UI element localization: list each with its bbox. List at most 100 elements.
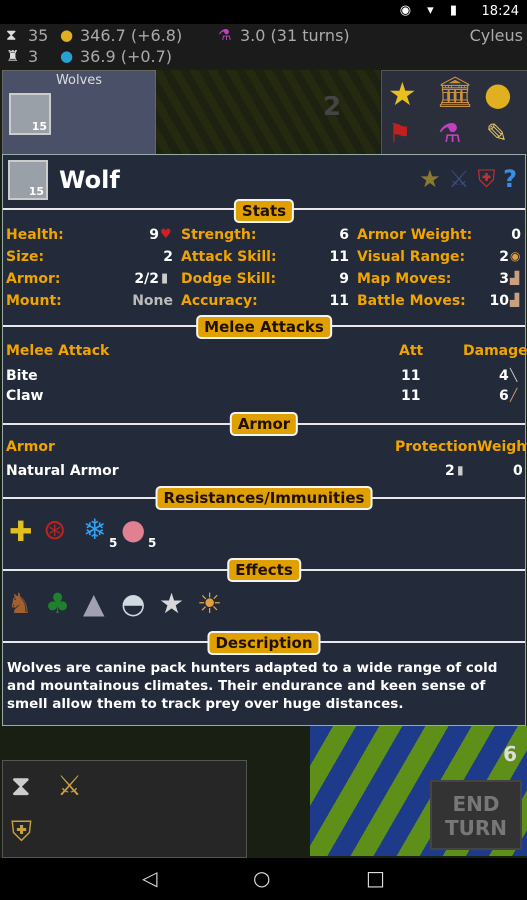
gold-coin-icon: ● (60, 26, 74, 44)
heart-icon: ♥ (160, 227, 172, 242)
size-value: 2 (163, 249, 173, 265)
strength-value: 6 (339, 227, 349, 243)
bite-icon: ╲ (510, 368, 518, 382)
attack-skill-label: Attack Skill: (181, 249, 277, 265)
coin-icon[interactable]: ● (484, 75, 512, 113)
corner-number: 6 (503, 742, 517, 766)
health-value: 9 (149, 227, 159, 243)
effects-heading: Effects (227, 558, 301, 582)
armor-row-weight: 0 (513, 463, 523, 479)
resource-bar: ⧗ 35 ● 346.7 (+6.8) ⚗ 3.0 (31 turns) Cyl… (0, 24, 527, 68)
melee-col-name: Melee Attack (6, 343, 110, 359)
wait-hourglass-icon[interactable]: ⧗ (11, 769, 31, 803)
attack-skill-value: 11 (329, 249, 349, 265)
mind-resist-value: 5 (148, 536, 157, 550)
strength-label: Strength: (181, 227, 257, 243)
potion-value: 3.0 (31 turns) (240, 26, 350, 45)
resist-heading: Resistances/Immunities (155, 486, 373, 510)
help-icon[interactable]: ? (503, 165, 517, 193)
mount-value: None (132, 293, 173, 309)
melee-row-damage: 4 (499, 368, 509, 384)
star-effect-icon[interactable]: ★ (159, 587, 184, 620)
potion-flask-icon[interactable]: ⚗ (438, 119, 461, 149)
armor-value: 2/2 (134, 271, 159, 287)
accuracy-label: Accuracy: (181, 293, 258, 309)
hex-number: 2 (323, 92, 342, 122)
action-panel: ⧗ ⚔ ⛨ (2, 760, 247, 858)
map-moves-value: 3 (499, 271, 509, 287)
boot-icon: ▟ (510, 271, 520, 285)
accuracy-value: 11 (329, 293, 349, 309)
end-turn-line2: TURN (444, 816, 508, 840)
mountain-icon[interactable]: ▲ (83, 587, 105, 620)
mind-resist-icon[interactable]: ● (121, 513, 145, 546)
eye-icon: ◉ (510, 249, 521, 263)
capitol-icon[interactable]: 🏛 (436, 75, 474, 110)
armor-row-name: Natural Armor (6, 463, 119, 479)
clock: 18:24 (481, 4, 519, 19)
crossed-swords-icon[interactable]: ⚔ (448, 165, 470, 193)
armor-col-protection: Protection (395, 439, 478, 455)
cold-resist-value: 5 (109, 536, 118, 550)
dodge-skill-value: 9 (339, 271, 349, 287)
unit-count: 3 (28, 47, 39, 66)
visual-range-label: Visual Range: (357, 249, 466, 265)
map-moves-label: Map Moves: (357, 271, 452, 287)
forest-icon[interactable]: ♣ (45, 587, 70, 620)
status-bar: ◉ ▾ ▮ 18:24 (0, 0, 527, 24)
armor-col-name: Armor (6, 439, 55, 455)
navigation-bar: ◁ ○ □ (0, 858, 527, 900)
back-icon[interactable]: ◁ (142, 866, 157, 890)
end-turn-button[interactable]: END TURN (430, 780, 522, 850)
description-text: Wolves are canine pack hunters adapted t… (7, 660, 498, 712)
stats-heading: Stats (233, 199, 295, 223)
unit-level: 15 (28, 185, 44, 198)
fire-resist-icon[interactable]: ✚ (9, 515, 32, 548)
defend-shield-icon[interactable]: ⛨ (11, 815, 32, 849)
flag-icon[interactable]: ⚑ (388, 119, 411, 149)
melee-row-att: 11 (401, 388, 421, 404)
hourglass-icon: ⧗ (6, 26, 17, 44)
mana-icon: ● (60, 47, 74, 65)
attack-swords-icon[interactable]: ⚔ (57, 769, 82, 802)
mount-label: Mount: (6, 293, 62, 309)
death-resist-icon[interactable]: ⊛ (43, 513, 66, 546)
army-unit-portrait[interactable]: 15 (9, 93, 51, 135)
home-icon[interactable]: ○ (253, 866, 270, 890)
wolf-portrait: 15 (8, 160, 48, 200)
gold-value: 346.7 (+6.8) (80, 26, 183, 45)
cold-resist-icon[interactable]: ❄ (83, 513, 106, 546)
army-title: Wolves (55, 73, 103, 88)
melee-row-att: 11 (401, 368, 421, 384)
claw-icon: ╱ (510, 388, 518, 402)
melee-row-damage: 6 (499, 388, 509, 404)
star-icon[interactable]: ★ (388, 75, 417, 113)
potion-icon: ⚗ (218, 26, 232, 44)
armor-label: Armor: (6, 271, 61, 287)
armor-weight-value: 0 (511, 227, 521, 243)
unit-info-dialog: 15 Wolf ★ ⚔ ⛨ ? Stats Health: 9 ♥ Size: … (2, 154, 527, 726)
health-label: Health: (6, 227, 64, 243)
deer-icon[interactable]: ♞ (7, 587, 32, 620)
status-icons: ◉ ▾ ▮ (399, 3, 463, 18)
recents-icon[interactable]: □ (366, 866, 385, 890)
size-label: Size: (6, 249, 45, 265)
lion-icon[interactable]: ☀ (197, 587, 222, 620)
armor-weight-label: Armor Weight: (357, 227, 473, 243)
melee-row-name: Claw (6, 388, 44, 404)
rank-star-icon[interactable]: ★ (419, 165, 441, 193)
disband-shield-icon[interactable]: ⛨ (477, 165, 495, 193)
melee-col-att: Att (399, 343, 424, 359)
dodge-skill-label: Dodge Skill: (181, 271, 277, 287)
player-name: Cyleus (469, 26, 523, 45)
army-panel[interactable]: Wolves 15 (2, 70, 156, 156)
melee-heading: Melee Attacks (196, 315, 332, 339)
foot-icon: ▟ (510, 293, 520, 307)
unit-name: Wolf (59, 166, 120, 194)
igloo-icon[interactable]: ◓ (121, 587, 145, 620)
mana-value: 36.9 (+0.7) (80, 47, 173, 66)
header-icons: ★ ⚔ ⛨ ? (419, 165, 517, 193)
armor-small-icon: ▮ (457, 463, 464, 477)
battle-moves-value: 10 (489, 293, 509, 309)
quill-icon[interactable]: ✎ (486, 119, 508, 149)
